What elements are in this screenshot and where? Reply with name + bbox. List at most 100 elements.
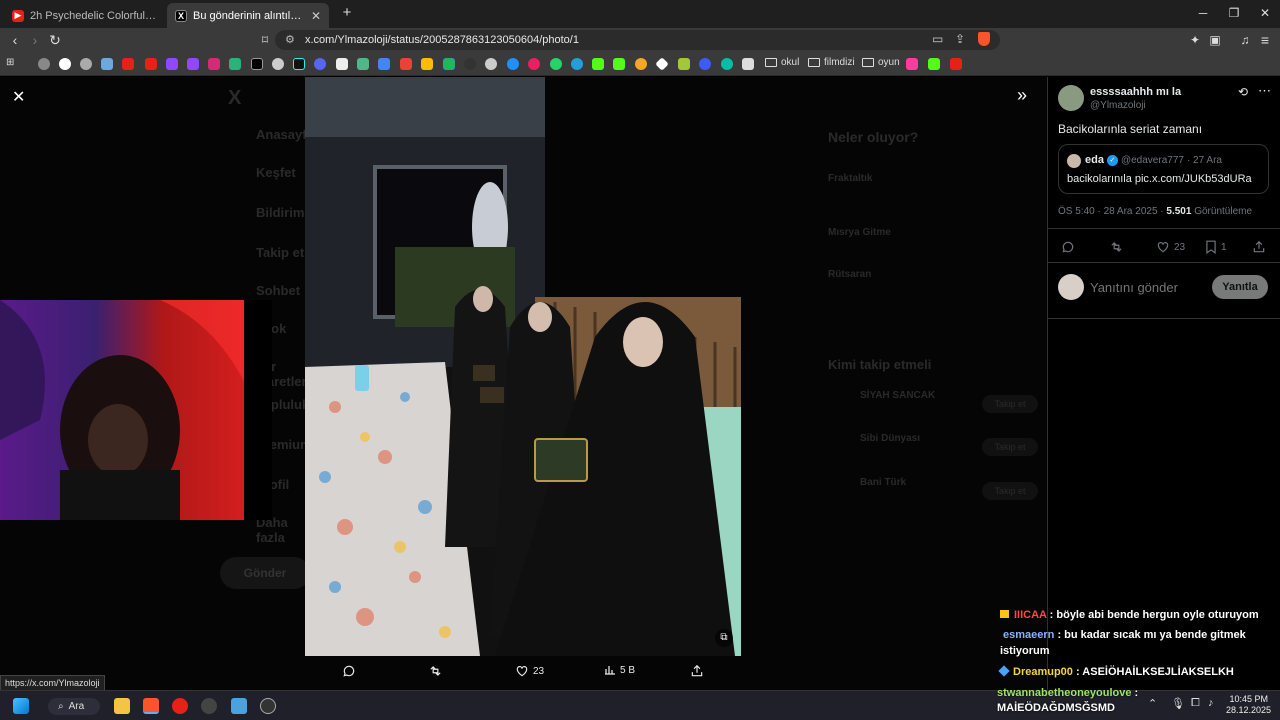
tray-chevron-icon[interactable]: ⌃ xyxy=(1148,697,1157,710)
bookmark-icon[interactable] xyxy=(655,57,669,71)
bookmark-icon[interactable] xyxy=(906,58,918,70)
drive-icon[interactable] xyxy=(421,58,433,70)
minimize-button[interactable]: ─ xyxy=(1188,4,1218,22)
network-icon[interactable]: ⧠ xyxy=(1191,697,1200,710)
mic-icon[interactable]: 🎙 xyxy=(1171,697,1185,710)
bookmark-icon[interactable] xyxy=(507,58,519,70)
like-action[interactable]: 23 xyxy=(515,664,544,678)
site-info-icon[interactable]: ⚙ xyxy=(285,33,295,46)
history-icon[interactable] xyxy=(38,58,50,70)
tab-x-quotes[interactable]: X Bu gönderinin alıntılamaları / X ✕ xyxy=(167,3,329,28)
author-name[interactable]: essssaahhh mı la xyxy=(1090,86,1181,98)
reply-input[interactable] xyxy=(1090,278,1208,296)
bookmark-icon[interactable] xyxy=(272,58,284,70)
author-handle[interactable]: @Ylmazoloji xyxy=(1090,100,1146,111)
bookmark-icon[interactable] xyxy=(742,58,754,70)
tweet-time[interactable]: ÖS 5:40 · 28 Ara 2025 · xyxy=(1058,206,1164,217)
apps-grid-icon[interactable]: ⊞ xyxy=(6,57,14,68)
menu-icon[interactable]: ≡ xyxy=(1256,31,1274,49)
views-action[interactable]: 5 B xyxy=(604,664,635,676)
google-icon[interactable] xyxy=(59,58,71,70)
cast-icon[interactable]: ▭ xyxy=(932,32,943,46)
app-icon[interactable] xyxy=(201,698,217,714)
brave-icon[interactable] xyxy=(143,698,159,714)
bookmark-icon[interactable] xyxy=(721,58,733,70)
bookmark-icon[interactable] xyxy=(699,58,711,70)
bookmark-icon[interactable] xyxy=(678,58,690,70)
kick-icon[interactable] xyxy=(592,58,604,70)
tiktok-icon[interactable] xyxy=(293,58,305,70)
clock[interactable]: 10:45 PM 28.12.2025 xyxy=(1226,694,1271,716)
wallet-icon[interactable]: ▣ xyxy=(1206,31,1224,49)
avatar[interactable] xyxy=(1058,85,1084,111)
extensions-icon[interactable]: ✦ xyxy=(1186,31,1204,49)
twitch-icon[interactable] xyxy=(166,58,178,70)
spotify-icon[interactable] xyxy=(443,58,455,70)
reload-icon[interactable]: ↻ xyxy=(46,31,64,49)
taskbar-search[interactable]: ⌕ Ara xyxy=(48,698,100,715)
github-icon[interactable] xyxy=(485,58,497,70)
kick-icon[interactable] xyxy=(928,58,940,70)
close-viewer-icon[interactable]: ✕ xyxy=(12,87,25,107)
bookmark-icon[interactable] xyxy=(464,58,476,70)
bookmark-icon[interactable] xyxy=(101,58,113,70)
tweet-photo[interactable]: ⧉ xyxy=(305,77,741,656)
youtube-icon[interactable] xyxy=(145,58,157,70)
instagram-icon[interactable] xyxy=(208,58,220,70)
media-player-icon[interactable] xyxy=(172,698,188,714)
bookmark-icon[interactable] xyxy=(336,58,348,70)
bookmark-icon[interactable] xyxy=(635,58,647,70)
reply-action[interactable] xyxy=(342,664,356,678)
repost-button[interactable] xyxy=(1109,240,1124,254)
quote-author-name[interactable]: eda xyxy=(1085,154,1104,166)
bookmark-icon[interactable] xyxy=(357,58,369,70)
bookmark-icon[interactable] xyxy=(229,58,241,70)
app-icon[interactable] xyxy=(260,698,276,714)
bookmark-folder-filmdizi[interactable]: filmdizi xyxy=(808,57,855,68)
forward-icon[interactable]: › xyxy=(26,31,44,49)
photos-icon[interactable] xyxy=(231,698,247,714)
share-button[interactable] xyxy=(1252,240,1266,254)
collapse-panel-icon[interactable]: » xyxy=(1017,85,1027,106)
image-alt-icon[interactable]: ⧉ xyxy=(715,629,733,647)
like-button[interactable]: 23 xyxy=(1156,240,1185,254)
reply-button[interactable] xyxy=(1061,240,1075,254)
windows-start-icon[interactable] xyxy=(13,698,29,714)
avatar[interactable] xyxy=(1058,274,1084,300)
url-text[interactable]: x.com/Ylmazoloji/status/2005287863123050… xyxy=(305,34,579,46)
close-tab-icon[interactable]: ✕ xyxy=(305,9,321,23)
gmail-icon[interactable] xyxy=(400,58,412,70)
back-icon[interactable]: ‹ xyxy=(6,31,24,49)
whatsapp-icon[interactable] xyxy=(550,58,562,70)
telegram-icon[interactable] xyxy=(571,58,583,70)
file-explorer-icon[interactable] xyxy=(114,698,130,714)
quote-tweet[interactable]: eda ✓ @edavera777 · 27 Ara bacikolarınıl… xyxy=(1058,144,1269,194)
brave-shield-icon[interactable] xyxy=(978,32,990,46)
share-icon[interactable]: ⇪ xyxy=(955,32,965,46)
avatar[interactable] xyxy=(1067,154,1081,168)
reply-submit-button[interactable]: Yanıtla xyxy=(1212,275,1268,299)
volume-icon[interactable]: ♪ xyxy=(1208,697,1214,709)
maximize-button[interactable]: ❐ xyxy=(1219,4,1249,22)
repost-action[interactable] xyxy=(428,664,443,678)
youtube-icon[interactable] xyxy=(950,58,962,70)
openai-icon[interactable] xyxy=(80,58,92,70)
bookmark-icon[interactable]: ⌑ xyxy=(256,31,274,49)
grok-icon[interactable]: ⟲ xyxy=(1238,85,1248,99)
bookmark-icon[interactable] xyxy=(528,58,540,70)
twitch-icon[interactable] xyxy=(187,58,199,70)
media-icon[interactable]: ♫ xyxy=(1236,31,1254,49)
translate-icon[interactable] xyxy=(378,58,390,70)
bookmark-folder-oyun[interactable]: oyun xyxy=(862,57,900,68)
share-action[interactable] xyxy=(690,664,704,678)
discord-icon[interactable] xyxy=(314,58,326,70)
close-window-button[interactable]: ✕ xyxy=(1250,4,1280,22)
new-tab-button[interactable]: + xyxy=(332,4,362,22)
youtube-icon[interactable] xyxy=(122,58,134,70)
bookmark-folder-okul[interactable]: okul xyxy=(765,57,799,68)
address-bar[interactable]: ⚙ x.com/Ylmazoloji/status/20052878631230… xyxy=(275,30,1000,50)
quote-author-handle[interactable]: @edavera777 xyxy=(1121,155,1184,166)
bookmark-button[interactable]: 1 xyxy=(1205,240,1227,254)
x-icon[interactable] xyxy=(251,58,263,70)
kick-icon[interactable] xyxy=(613,58,625,70)
